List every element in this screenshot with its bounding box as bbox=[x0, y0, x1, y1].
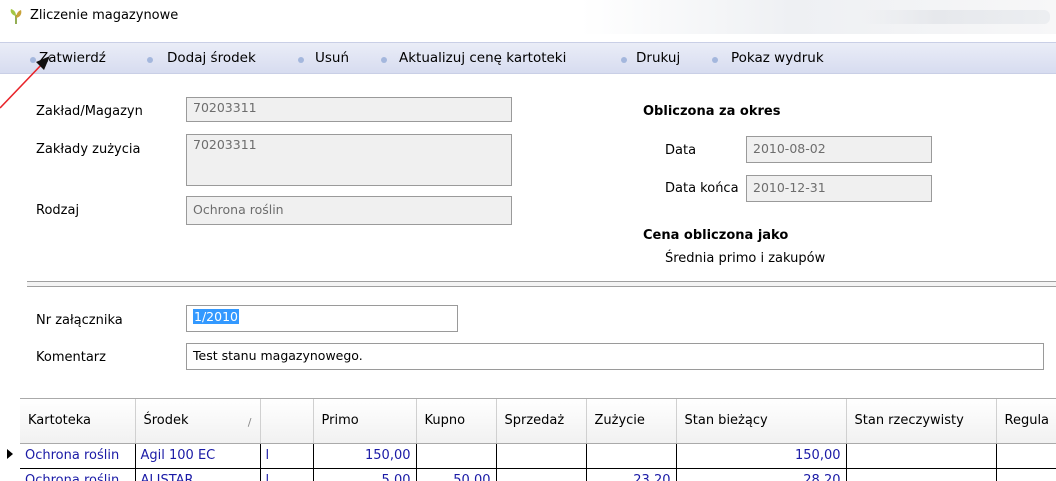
okres-heading: Obliczona za okres bbox=[643, 104, 781, 119]
cell-zuzycie[interactable] bbox=[586, 443, 677, 469]
current-row-arrow-icon bbox=[7, 449, 13, 459]
col-primo[interactable]: Primo bbox=[313, 399, 417, 444]
usun-button[interactable]: Usuń bbox=[315, 50, 349, 66]
cell-kartoteka[interactable]: Ochrona roślin bbox=[20, 443, 136, 469]
cena-value: Średnia primo i zakupów bbox=[665, 251, 826, 266]
dodaj-srodek-button[interactable]: Dodaj środek bbox=[167, 50, 256, 66]
toolbar-bullet-icon bbox=[712, 57, 718, 63]
cell-stan-biezacy[interactable]: 150,00 bbox=[676, 443, 847, 469]
zaklad-magazyn-field[interactable]: 70203311 bbox=[186, 97, 512, 122]
col-sprzedaz[interactable]: Sprzedaż bbox=[496, 399, 587, 444]
zaklad-magazyn-label: Zakład/Magazyn bbox=[36, 104, 143, 119]
title-bar-blurred-area bbox=[860, 10, 1050, 24]
toolbar-bullet-icon bbox=[381, 57, 387, 63]
data-grid: Kartoteka Środek / Primo Kupno Sprzedaż Z… bbox=[20, 398, 1056, 481]
row-indicator bbox=[0, 443, 20, 481]
komentarz-input[interactable]: Test stanu magazynowego. bbox=[186, 343, 1044, 370]
cell-kupno[interactable] bbox=[416, 443, 497, 469]
column-resize-icon: / bbox=[247, 415, 252, 429]
cell-sprzedaz[interactable] bbox=[496, 468, 587, 481]
zaklady-zuzycia-label: Zakłady zużycia bbox=[36, 142, 141, 157]
section-divider bbox=[27, 281, 1056, 287]
toolbar: Zatwierdź Dodaj środek Usuń Aktualizuj c… bbox=[0, 42, 1056, 74]
col-regula[interactable]: Regula bbox=[996, 399, 1056, 444]
data-konca-label: Data końca bbox=[665, 181, 739, 196]
cell-kartoteka[interactable]: Ochrona roślin bbox=[20, 468, 136, 481]
col-unit[interactable] bbox=[260, 399, 314, 444]
cell-srodek[interactable]: Agil 100 EC bbox=[135, 443, 261, 469]
cell-regula[interactable] bbox=[996, 468, 1056, 481]
title-bar: Zliczenie magazynowe bbox=[0, 0, 1056, 34]
col-stan-rzeczywisty[interactable]: Stan rzeczywisty bbox=[846, 399, 997, 444]
col-zuzycie[interactable]: Zużycie bbox=[586, 399, 677, 444]
rodzaj-label: Rodzaj bbox=[36, 203, 80, 218]
cell-unit[interactable]: l bbox=[260, 443, 314, 469]
zaklady-zuzycia-field[interactable]: 70203311 bbox=[186, 134, 512, 186]
nr-zalacznika-input[interactable]: 1/2010 bbox=[186, 305, 458, 332]
window-title: Zliczenie magazynowe bbox=[30, 8, 179, 23]
cell-primo[interactable]: 150,00 bbox=[313, 443, 417, 469]
cell-stan-biezacy[interactable]: 28,20 bbox=[676, 468, 847, 481]
col-stan-biezacy[interactable]: Stan bieżący bbox=[676, 399, 847, 444]
col-srodek[interactable]: Środek / bbox=[135, 399, 261, 444]
data-konca-field[interactable]: 2010-12-31 bbox=[746, 175, 932, 202]
cell-stan-rzeczywisty[interactable] bbox=[846, 443, 997, 469]
annotation-arrow-icon bbox=[0, 56, 50, 109]
col-kupno[interactable]: Kupno bbox=[416, 399, 497, 444]
rodzaj-field[interactable]: Ochrona roślin bbox=[186, 196, 512, 225]
komentarz-label: Komentarz bbox=[36, 350, 106, 365]
cell-regula[interactable] bbox=[996, 443, 1056, 469]
nr-zalacznika-selected-text: 1/2010 bbox=[193, 309, 239, 324]
data-label: Data bbox=[665, 143, 697, 158]
table-row[interactable]: Ochrona roślin ALISTAR l 5,00 50,00 23,2… bbox=[20, 468, 1056, 481]
aktualizuj-cene-button[interactable]: Aktualizuj cenę kartoteki bbox=[399, 50, 566, 66]
table-row[interactable]: Ochrona roślin Agil 100 EC l 150,00 150,… bbox=[20, 443, 1056, 469]
cell-zuzycie[interactable]: 23,20 bbox=[586, 468, 677, 481]
cell-unit[interactable]: l bbox=[260, 468, 314, 481]
toolbar-bullet-icon bbox=[298, 57, 304, 63]
data-field[interactable]: 2010-08-02 bbox=[746, 136, 932, 163]
grid-header-row: Kartoteka Środek / Primo Kupno Sprzedaż Z… bbox=[20, 399, 1056, 444]
cell-kupno[interactable]: 50,00 bbox=[416, 468, 497, 481]
pokaz-wydruk-button[interactable]: Pokaz wydruk bbox=[731, 50, 824, 66]
toolbar-bullet-icon bbox=[147, 57, 153, 63]
cell-sprzedaz[interactable] bbox=[496, 443, 587, 469]
cell-srodek[interactable]: ALISTAR bbox=[135, 468, 261, 481]
drukuj-button[interactable]: Drukuj bbox=[636, 50, 680, 66]
col-srodek-label: Środek bbox=[143, 412, 189, 428]
nr-zalacznika-label: Nr załącznika bbox=[36, 313, 123, 328]
grid-table: Kartoteka Środek / Primo Kupno Sprzedaż Z… bbox=[20, 399, 1056, 481]
toolbar-bullet-icon bbox=[621, 57, 627, 63]
plant-icon bbox=[10, 9, 22, 24]
cena-heading: Cena obliczona jako bbox=[643, 228, 789, 243]
cell-stan-rzeczywisty[interactable] bbox=[846, 468, 997, 481]
col-kartoteka[interactable]: Kartoteka bbox=[20, 399, 136, 444]
cell-primo[interactable]: 5,00 bbox=[313, 468, 417, 481]
